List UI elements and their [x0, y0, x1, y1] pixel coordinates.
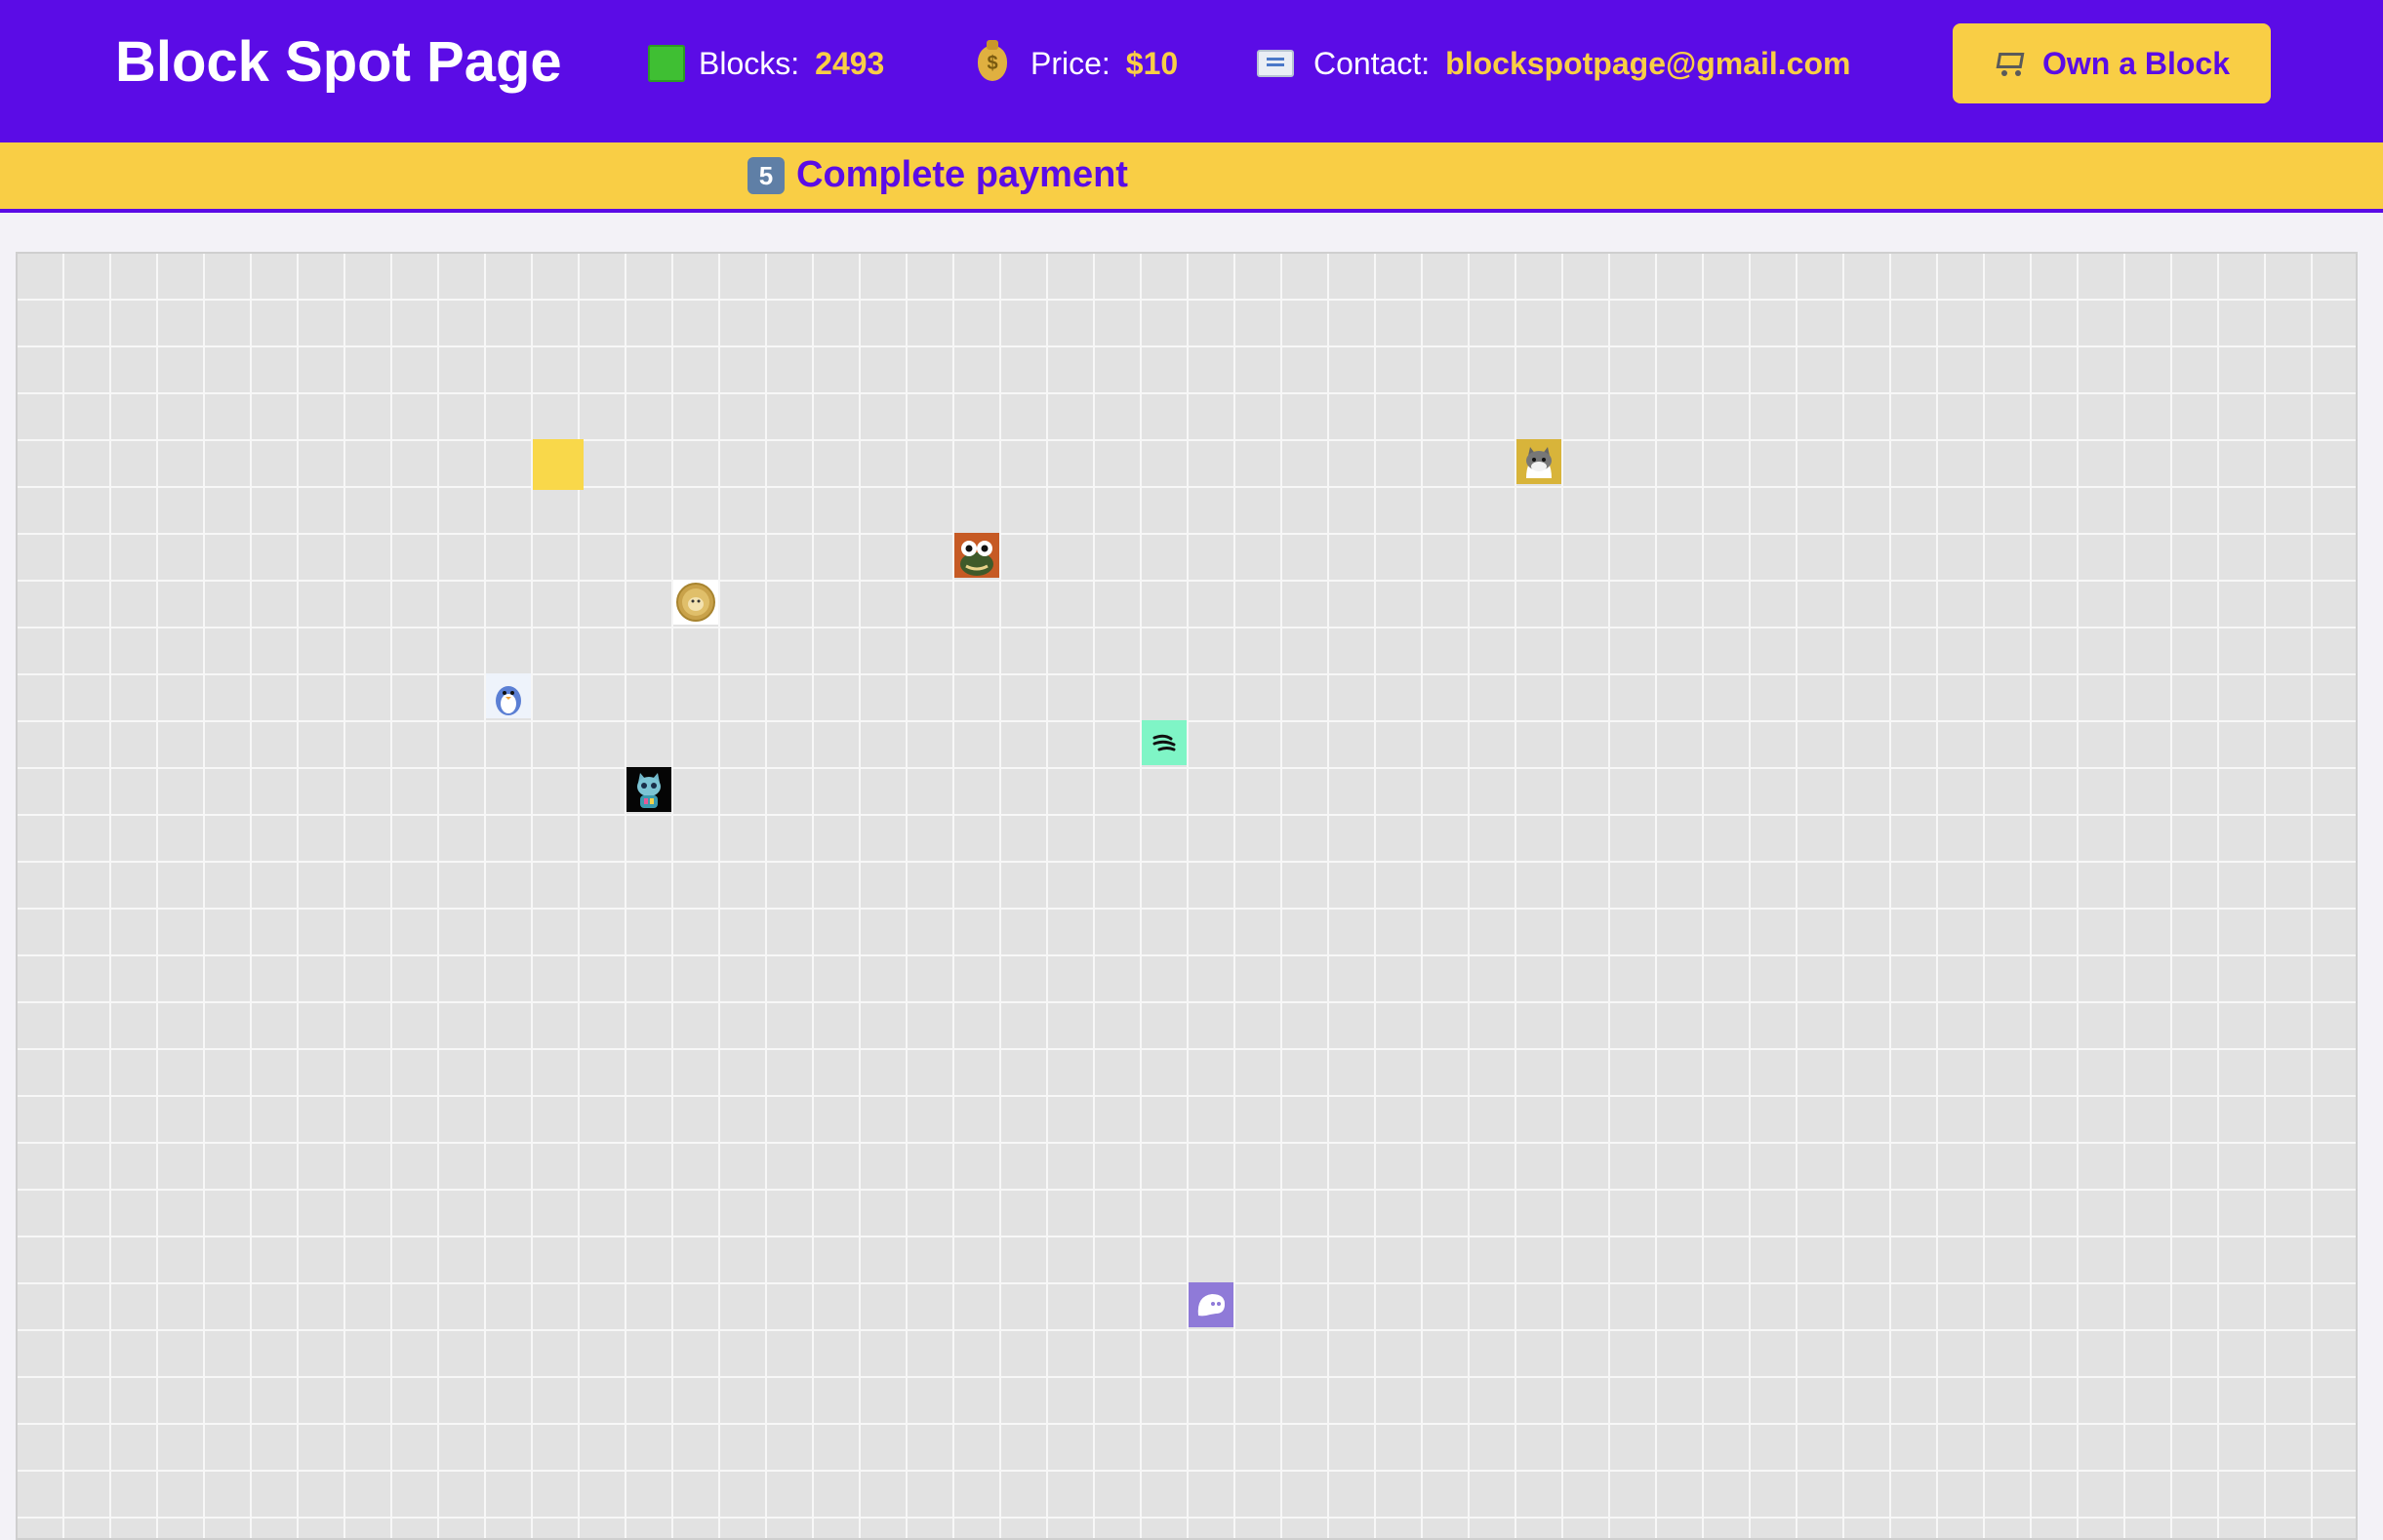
money-bag-icon — [978, 40, 1007, 81]
own-a-block-button[interactable]: Own a Block — [1953, 23, 2271, 103]
robot-cat-icon — [626, 767, 671, 812]
block-wave-logo[interactable] — [1142, 720, 1187, 765]
block-frog[interactable] — [954, 533, 999, 578]
blocks-stat: Blocks: 2493 — [648, 41, 884, 86]
block-yellow-placeholder[interactable] — [533, 439, 584, 490]
wave-logo-icon — [1142, 720, 1187, 765]
contact-stat: Contact: blockspotpage@gmail.com — [1257, 41, 1850, 86]
envelope-icon — [1257, 50, 1294, 77]
payment-step-banner: 5 Complete payment — [0, 142, 2383, 213]
shopping-cart-icon — [1994, 51, 2027, 76]
keycap-number-icon: 5 — [747, 156, 785, 194]
frog-icon — [954, 533, 999, 578]
block-ghost[interactable] — [1189, 1282, 1233, 1327]
blocks-value: 2493 — [815, 46, 885, 81]
block-doge-coin[interactable] — [673, 580, 718, 625]
block-grid[interactable] — [16, 252, 2358, 1540]
ghost-icon — [1189, 1282, 1233, 1327]
top-header: Block Spot Page Blocks: 2493 Price: $10 … — [0, 0, 2383, 142]
contact-email-link[interactable]: blockspotpage@gmail.com — [1445, 41, 1850, 86]
doge-coin-icon — [673, 580, 718, 625]
banner-content: 5 Complete payment — [747, 154, 1128, 196]
price-label: Price: — [1030, 46, 1111, 81]
banner-text: Complete payment — [796, 154, 1128, 195]
block-robot-cat[interactable] — [626, 767, 671, 812]
price-stat: Price: $10 — [972, 40, 1179, 86]
penguin-icon — [486, 673, 531, 718]
green-square-icon — [648, 45, 685, 82]
site-title[interactable]: Block Spot Page — [115, 25, 562, 100]
blocks-label: Blocks: — [699, 46, 800, 81]
price-value: $10 — [1125, 46, 1179, 81]
block-cat[interactable] — [1516, 439, 1561, 484]
block-penguin[interactable] — [486, 673, 531, 718]
contact-label: Contact: — [1313, 46, 1431, 81]
cat-icon — [1516, 439, 1561, 484]
own-a-block-label: Own a Block — [2041, 45, 2231, 81]
